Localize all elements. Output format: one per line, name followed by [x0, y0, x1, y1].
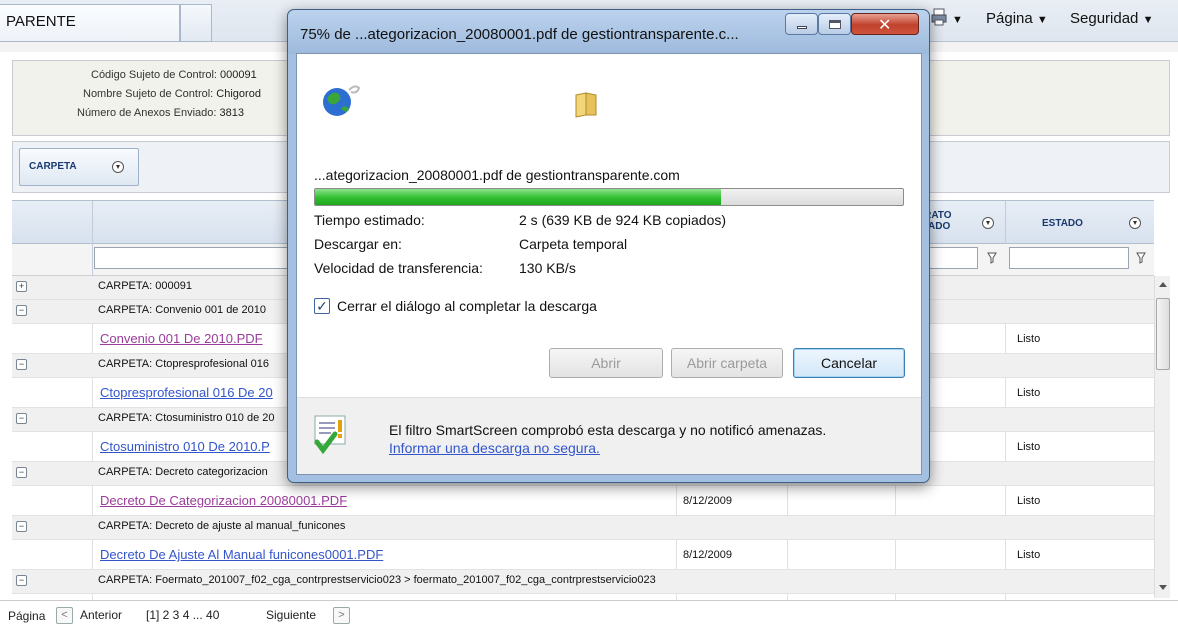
carpeta-group-chip[interactable]: CARPETA: [19, 148, 139, 186]
contrato-filter-input[interactable]: [922, 247, 978, 269]
page-numbers[interactable]: [1] 2 3 4 ... 40: [146, 608, 219, 622]
cancel-button[interactable]: Cancelar: [793, 348, 905, 378]
nombre-row: Nombre Sujeto de Control: Chigorod: [83, 88, 261, 100]
dialog-body: ...ategorizacion_20080001.pdf de gestion…: [296, 53, 922, 475]
file-link[interactable]: Convenio 001 De 2010.PDF: [100, 331, 263, 346]
prev-page-link[interactable]: Anterior: [80, 608, 122, 622]
close-on-complete-checkbox[interactable]: ✓: [314, 298, 330, 314]
print-icon[interactable]: [931, 8, 947, 30]
file-link[interactable]: Decreto De Ajuste Al Manual funicones000…: [100, 547, 383, 562]
smartscreen-footer: El filtro SmartScreen comprobó esta desc…: [297, 397, 921, 474]
group-row: − CARPETA: Foermato_201007_f02_cga_contrp…: [12, 570, 1154, 594]
contrato-filter-icon[interactable]: [987, 252, 997, 264]
close-button[interactable]: ✕: [851, 13, 919, 35]
status-cell: Listo: [1017, 333, 1041, 345]
col-header-estado[interactable]: ESTADO: [1042, 218, 1083, 229]
group-label: CARPETA: Foermato_201007_f02_cga_contrpr…: [98, 574, 656, 586]
collapse-icon[interactable]: −: [16, 305, 27, 316]
download-progress-fill: [315, 189, 721, 205]
tab-title: PARENTE: [6, 13, 76, 30]
file-link[interactable]: Ctosuministro 010 De 2010.P: [100, 439, 270, 454]
dialog-title: 75% de ...ategorizacion_20080001.pdf de …: [300, 26, 739, 43]
status-cell: Listo: [1017, 387, 1041, 399]
status-cell: Listo: [1017, 441, 1041, 453]
collapse-icon[interactable]: −: [16, 521, 27, 532]
open-button[interactable]: Abrir: [549, 348, 663, 378]
group-label: CARPETA: Convenio 001 de 2010: [98, 304, 266, 316]
date-cell: 8/12/2009: [683, 495, 732, 507]
group-label: CARPETA: Ctosuministro 010 de 20: [98, 412, 275, 424]
report-unsafe-link[interactable]: Informar una descarga no segura.: [389, 440, 600, 456]
table-row: Decreto De Ajuste Al Manual funicones000…: [12, 540, 1154, 570]
scroll-thumb[interactable]: [1156, 298, 1170, 370]
collapse-icon[interactable]: −: [16, 413, 27, 424]
open-folder-button[interactable]: Abrir carpeta: [671, 348, 783, 378]
checkmark-icon: ✓: [316, 298, 328, 314]
scroll-up-icon[interactable]: [1159, 282, 1167, 287]
security-menu[interactable]: Seguridad ▼: [1070, 10, 1153, 27]
status-cell: Listo: [1017, 495, 1041, 507]
contrato-column-menu-icon[interactable]: [982, 217, 994, 229]
smartscreen-icon: [313, 414, 349, 457]
collapse-icon[interactable]: −: [16, 467, 27, 478]
folder-icon: [574, 92, 598, 121]
carpeta-chip-label: CARPETA: [29, 161, 77, 172]
browser-tab[interactable]: PARENTE: [0, 4, 180, 42]
file-link[interactable]: Ctopresprofesional 016 De 20: [100, 385, 273, 400]
dropdown-arrow-icon[interactable]: ▼: [952, 10, 963, 27]
next-page-icon[interactable]: >: [333, 607, 350, 624]
group-row: − CARPETA: Decreto de ajuste al manual_fu…: [12, 516, 1154, 540]
dialog-titlebar[interactable]: 75% de ...ategorizacion_20080001.pdf de …: [288, 10, 929, 54]
grid-scrollbar[interactable]: [1154, 276, 1170, 598]
date-cell: 8/12/2009: [683, 549, 732, 561]
descargar-value: Carpeta temporal: [519, 236, 628, 252]
codigo-row: Código Sujeto de Control: 000091: [91, 69, 257, 81]
tiempo-label: Tiempo estimado:: [314, 212, 425, 228]
anexos-row: Número de Anexos Enviado: 3813: [77, 107, 244, 119]
minimize-button[interactable]: [785, 13, 818, 35]
estado-column-menu-icon[interactable]: [1129, 217, 1141, 229]
group-label: CARPETA: 000091: [98, 280, 192, 292]
close-icon: ✕: [878, 17, 892, 34]
next-page-link[interactable]: Siguiente: [266, 608, 316, 622]
pager: Página < Anterior [1] 2 3 4 ... 40 Sigui…: [0, 600, 1178, 629]
collapse-icon[interactable]: −: [16, 575, 27, 586]
scroll-down-icon[interactable]: [1159, 585, 1167, 590]
tiempo-value: 2 s (639 KB de 924 KB copiados): [519, 212, 727, 228]
expand-icon[interactable]: +: [16, 281, 27, 292]
globe-icon: [321, 80, 363, 121]
smartscreen-text: El filtro SmartScreen comprobó esta desc…: [389, 422, 827, 438]
velocidad-label: Velocidad de transferencia:: [314, 260, 483, 276]
new-tab-button[interactable]: [180, 4, 212, 42]
pager-label: Página: [8, 609, 46, 623]
chip-menu-icon[interactable]: [112, 161, 124, 173]
estado-filter-icon[interactable]: [1136, 252, 1146, 264]
velocidad-value: 130 KB/s: [519, 260, 576, 276]
download-progress-bar: [314, 188, 904, 206]
maximize-button[interactable]: [818, 13, 851, 35]
download-source-text: ...ategorizacion_20080001.pdf de gestion…: [314, 167, 680, 183]
table-row: Decreto De Categorizacion 20080001.PDF 8/…: [12, 486, 1154, 516]
collapse-icon[interactable]: −: [16, 359, 27, 370]
group-label: CARPETA: Decreto categorizacion: [98, 466, 268, 478]
status-cell: Listo: [1017, 549, 1041, 561]
group-label: CARPETA: Decreto de ajuste al manual_fun…: [98, 520, 346, 532]
close-on-complete-label[interactable]: Cerrar el diálogo al completar la descar…: [337, 298, 597, 314]
descargar-label: Descargar en:: [314, 236, 402, 252]
download-dialog: 75% de ...ategorizacion_20080001.pdf de …: [287, 9, 930, 483]
estado-filter-input[interactable]: [1009, 247, 1129, 269]
prev-page-icon[interactable]: <: [56, 607, 73, 624]
file-link[interactable]: Decreto De Categorizacion 20080001.PDF: [100, 493, 347, 508]
page-menu[interactable]: Página ▼: [986, 10, 1048, 27]
group-label: CARPETA: Ctopresprofesional 016: [98, 358, 269, 370]
